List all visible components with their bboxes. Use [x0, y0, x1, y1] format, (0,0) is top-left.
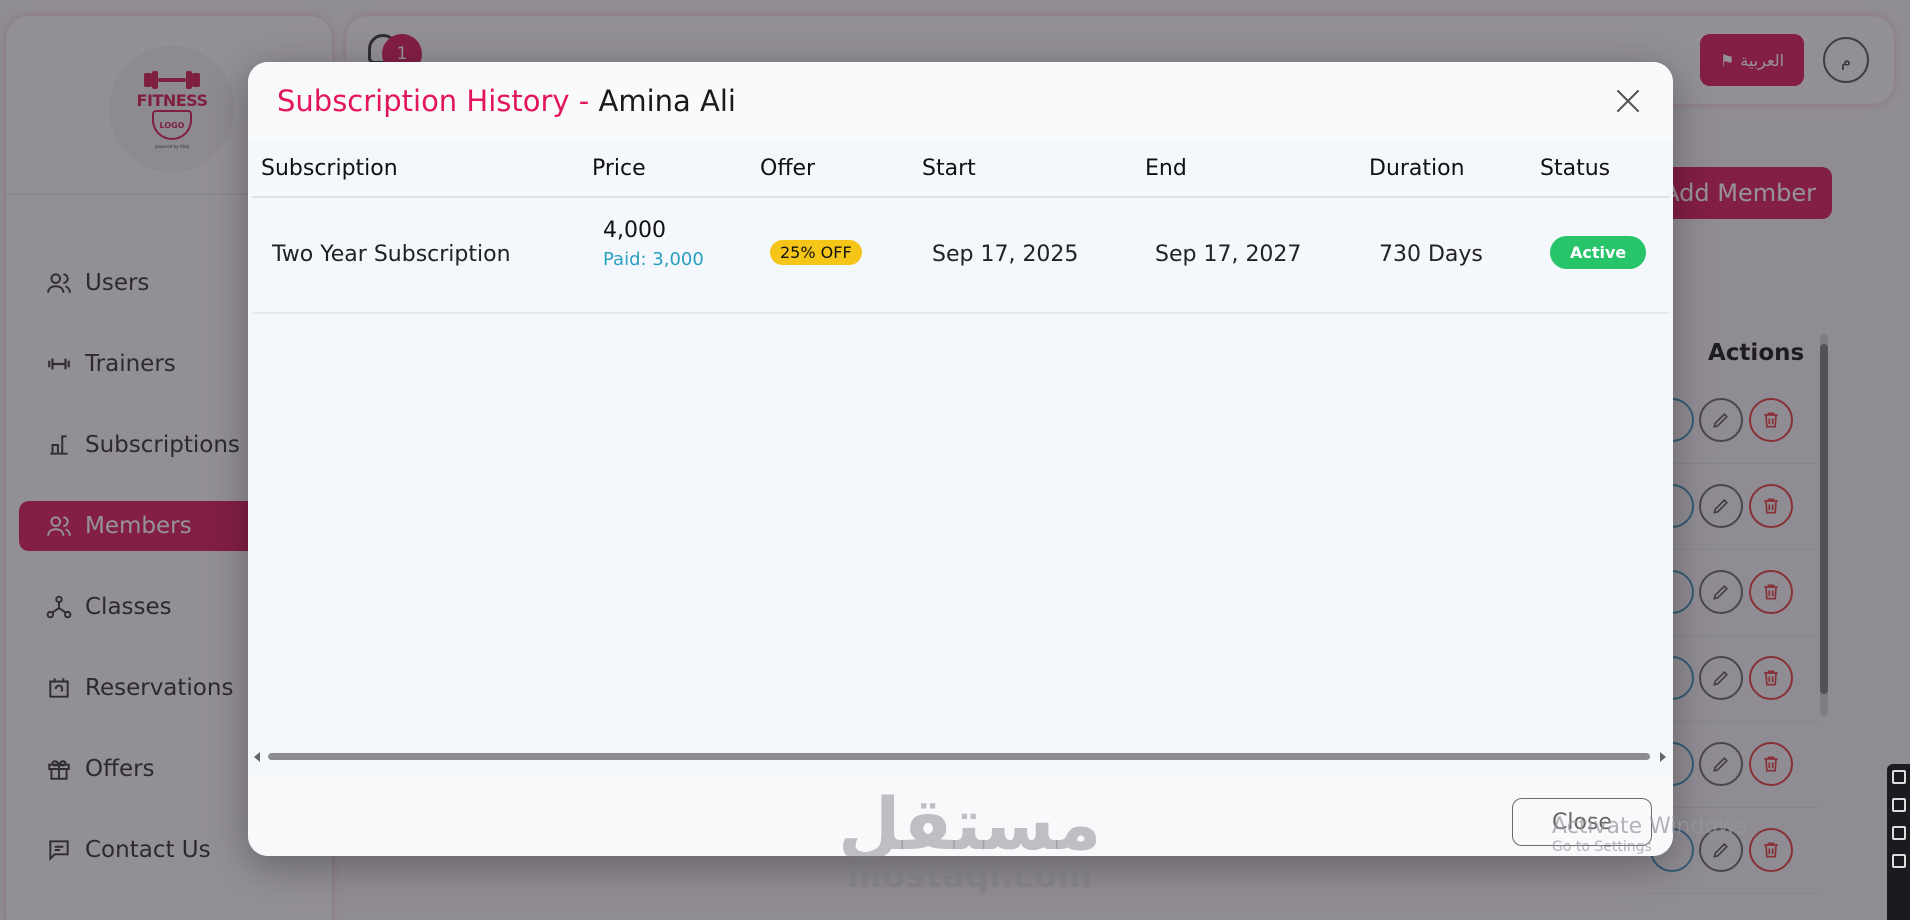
- column-header-price: Price: [592, 156, 646, 181]
- paid-value: Paid: 3,000: [603, 249, 704, 270]
- table-header: Subscription Price Offer Start End Durat…: [252, 142, 1669, 198]
- status-badge: Active: [1550, 236, 1647, 269]
- scrollbar-thumb[interactable]: [268, 753, 1650, 760]
- watermark: مستقل mostaql.com: [838, 788, 1101, 896]
- column-header-start: Start: [922, 156, 976, 181]
- column-header-offer: Offer: [760, 156, 816, 181]
- cell-start-date: Sep 17, 2025: [932, 242, 1079, 267]
- activate-subtitle: Go to Settings: [1552, 839, 1652, 855]
- close-icon[interactable]: [1613, 86, 1643, 116]
- table-horizontal-scrollbar[interactable]: [254, 750, 1666, 764]
- scroll-right-icon[interactable]: [1660, 752, 1666, 762]
- modal-title-prefix: Subscription History -: [277, 84, 590, 118]
- column-header-duration: Duration: [1369, 156, 1465, 181]
- cell-end-date: Sep 17, 2027: [1155, 242, 1302, 267]
- copy-icon[interactable]: [1891, 826, 1906, 840]
- member-name: Amina Ali: [598, 84, 736, 118]
- window-icon[interactable]: [1891, 798, 1906, 812]
- subscription-table: Subscription Price Offer Start End Durat…: [252, 142, 1669, 314]
- activate-windows-notice: Activate Windows Go to Settings: [1552, 814, 1747, 855]
- side-toolbar: [1887, 764, 1910, 920]
- camera-icon[interactable]: [1891, 770, 1906, 784]
- modal-header: Subscription History - Amina Ali: [248, 62, 1673, 142]
- column-header-subscription: Subscription: [261, 156, 398, 181]
- modal-title: Subscription History - Amina Ali: [277, 84, 736, 118]
- activate-title: Activate Windows: [1552, 814, 1748, 839]
- column-header-end: End: [1145, 156, 1187, 181]
- cell-duration: 730 Days: [1379, 242, 1483, 267]
- scroll-left-icon[interactable]: [254, 752, 260, 762]
- gear-icon[interactable]: [1891, 854, 1906, 868]
- column-header-status: Status: [1540, 156, 1611, 181]
- cell-subscription: Two Year Subscription: [272, 242, 511, 267]
- price-value: 4,000: [603, 218, 666, 243]
- watermark-url: mostaql.com: [846, 856, 1093, 896]
- watermark-arabic: مستقل: [838, 782, 1102, 866]
- subscription-history-modal: Subscription History - Amina Ali Subscri…: [248, 62, 1673, 856]
- offer-badge: 25% OFF: [770, 240, 862, 265]
- cell-price: 4,000 Paid: 3,000: [603, 218, 704, 270]
- table-row: Two Year Subscription 4,000 Paid: 3,000 …: [252, 198, 1669, 314]
